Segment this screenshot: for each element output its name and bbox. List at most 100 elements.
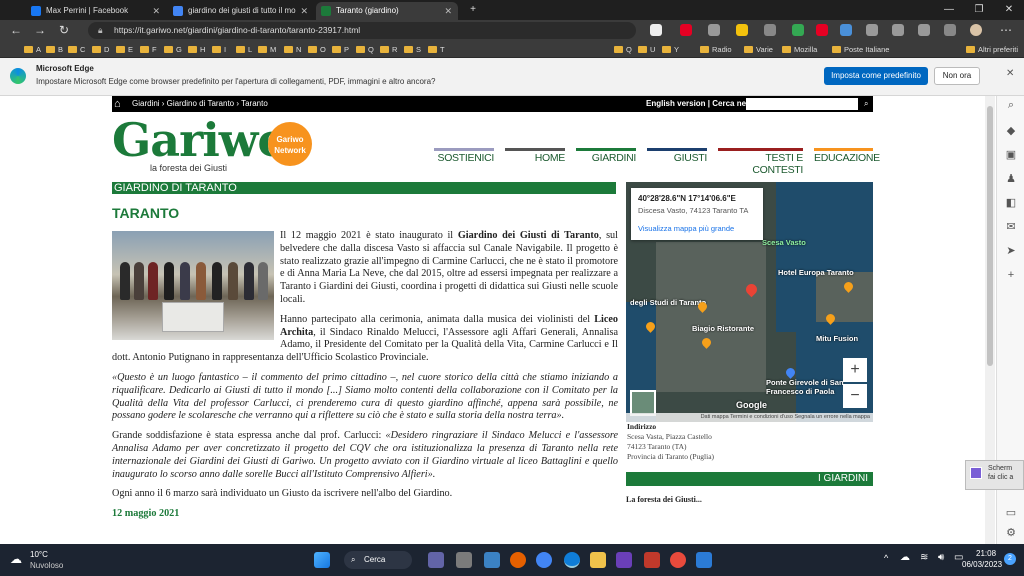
wps-icon[interactable]: [644, 552, 660, 568]
send-icon[interactable]: ➤: [1004, 244, 1018, 258]
gariwo-network-badge[interactable]: Gariwo Network: [268, 122, 312, 166]
minimize-icon[interactable]: —: [934, 0, 964, 20]
search-icon[interactable]: ⌕: [864, 96, 868, 112]
bookmark-folder[interactable]: D: [92, 44, 109, 56]
gariwo-logo[interactable]: Gariwo: [112, 112, 288, 168]
clock-date[interactable]: 06/03/2023: [962, 560, 1002, 569]
bookmark-folder[interactable]: Y: [662, 44, 679, 56]
menu-home[interactable]: HOME: [505, 148, 565, 166]
media-player-icon[interactable]: [616, 552, 632, 568]
bookmark-folder[interactable]: H: [188, 44, 205, 56]
briefcase-icon[interactable]: ▣: [1004, 148, 1018, 162]
profile-avatar[interactable]: [970, 24, 982, 36]
bookmark-folder[interactable]: I: [212, 44, 226, 56]
zoom-out-button[interactable]: −: [843, 384, 867, 408]
teams-icon[interactable]: [428, 552, 444, 568]
bookmark-folder[interactable]: O: [308, 44, 326, 56]
pinterest-icon[interactable]: [816, 24, 828, 36]
task-view-icon[interactable]: [456, 552, 472, 568]
bookmark-folder[interactable]: A: [24, 44, 41, 56]
menu-sostienici[interactable]: SOSTIENICI: [434, 148, 494, 166]
tab-taranto[interactable]: Taranto (giardino) ✕: [316, 2, 458, 20]
bookmark-folder[interactable]: U: [638, 44, 655, 56]
close-window-icon[interactable]: ✕: [994, 0, 1024, 20]
menu-testi-contesti[interactable]: TESTI E CONTESTI: [718, 148, 803, 176]
bookmark-folder[interactable]: Varie: [744, 44, 773, 56]
menu-educazione[interactable]: EDUCAZIONE: [814, 148, 880, 166]
bookmark-folder[interactable]: Poste Italiane: [832, 44, 889, 56]
extension-icon[interactable]: [764, 24, 776, 36]
new-tab-button[interactable]: +: [458, 0, 488, 20]
zoom-in-button[interactable]: +: [843, 358, 867, 382]
close-tab-icon[interactable]: ✕: [300, 2, 308, 20]
weather-desc[interactable]: Nuvoloso: [30, 561, 63, 570]
app-icon[interactable]: [696, 552, 712, 568]
bookmark-folder[interactable]: L: [236, 44, 252, 56]
tag-icon[interactable]: ◆: [1004, 124, 1018, 138]
chrome-icon[interactable]: [536, 552, 552, 568]
bookmark-folder[interactable]: T: [428, 44, 445, 56]
file-explorer-icon[interactable]: [590, 552, 606, 568]
outlook-icon[interactable]: [484, 552, 500, 568]
weather-icon[interactable]: ☁: [10, 552, 22, 566]
wifi-icon[interactable]: ≋: [920, 552, 928, 563]
screenshot-notification[interactable]: Scherm fai clic a: [965, 460, 1024, 490]
favorites-icon[interactable]: [918, 24, 930, 36]
maximize-icon[interactable]: ❐: [964, 0, 994, 20]
extension-icon[interactable]: [840, 24, 852, 36]
taskbar-search[interactable]: ⌕ Cerca: [344, 551, 412, 569]
bookmark-folder[interactable]: F: [140, 44, 157, 56]
bookmark-folder[interactable]: Q: [356, 44, 374, 56]
home-icon[interactable]: ⌂: [114, 96, 121, 112]
menu-giusti[interactable]: GIUSTI: [647, 148, 707, 166]
windows-start-icon[interactable]: [314, 552, 330, 568]
bookmark-folder[interactable]: R: [380, 44, 397, 56]
bookmark-folder[interactable]: Radio: [700, 44, 732, 56]
extension-icon[interactable]: [650, 24, 662, 36]
extension-icon[interactable]: [736, 24, 748, 36]
bookmark-folder[interactable]: M: [258, 44, 276, 56]
tab-giardino[interactable]: giardino dei giusti di tutto il mo ✕: [168, 2, 314, 20]
edge-icon[interactable]: [564, 552, 580, 568]
more-menu-icon[interactable]: ⋯: [998, 22, 1014, 38]
extension-icon[interactable]: [792, 24, 804, 36]
bookmark-folder[interactable]: Q: [614, 44, 632, 56]
larger-map-link[interactable]: Visualizza mappa più grande: [638, 224, 756, 233]
onedrive-icon[interactable]: ☁: [900, 552, 910, 563]
bookmark-folder[interactable]: Altri preferiti: [966, 44, 1018, 56]
ceremony-photo[interactable]: [112, 231, 274, 340]
bookmark-folder[interactable]: P: [332, 44, 349, 56]
bookmark-folder[interactable]: G: [164, 44, 182, 56]
games-icon[interactable]: ♟: [1004, 172, 1018, 186]
split-screen-icon[interactable]: [892, 24, 904, 36]
tray-chevron-icon[interactable]: ^: [884, 553, 888, 563]
star-icon[interactable]: [866, 24, 878, 36]
firefox-icon[interactable]: [510, 552, 526, 568]
outlook-icon[interactable]: ✉: [1004, 220, 1018, 234]
scrollbar-thumb[interactable]: [987, 106, 993, 366]
layout-icon[interactable]: ▭: [1004, 506, 1018, 520]
clock-time[interactable]: 21:08: [976, 549, 996, 558]
pinterest-icon[interactable]: [680, 24, 692, 36]
menu-giardini[interactable]: GIARDINI: [576, 148, 636, 166]
bookmark-folder[interactable]: C: [68, 44, 85, 56]
close-tab-icon[interactable]: ✕: [444, 2, 452, 20]
map-footer[interactable]: Dati mappa Termini e condizioni d'uso Se…: [626, 413, 873, 422]
set-default-button[interactable]: Imposta come predefinito: [824, 67, 928, 85]
foresta-giusti-link[interactable]: La foresta dei Giusti...: [626, 495, 702, 504]
bookmark-folder[interactable]: N: [284, 44, 301, 56]
breadcrumb[interactable]: Giardini › Giardino di Taranto › Taranto: [132, 96, 268, 112]
forward-icon[interactable]: →: [32, 22, 48, 38]
weather-temp[interactable]: 10°C: [30, 550, 48, 559]
refresh-icon[interactable]: ↻: [56, 22, 72, 38]
search-icon[interactable]: ⌕: [1004, 98, 1018, 112]
bookmark-folder[interactable]: Mozilla: [782, 44, 817, 56]
poi-pin-icon[interactable]: [784, 366, 797, 379]
notification-badge[interactable]: 2: [1004, 553, 1016, 565]
site-search-input[interactable]: [746, 98, 858, 110]
not-now-button[interactable]: Non ora: [934, 67, 980, 85]
extension-icon[interactable]: [708, 24, 720, 36]
tab-facebook[interactable]: Max Perrini | Facebook ✕: [26, 2, 166, 20]
volume-icon[interactable]: 🔊︎: [938, 552, 944, 563]
bookmark-folder[interactable]: E: [116, 44, 133, 56]
